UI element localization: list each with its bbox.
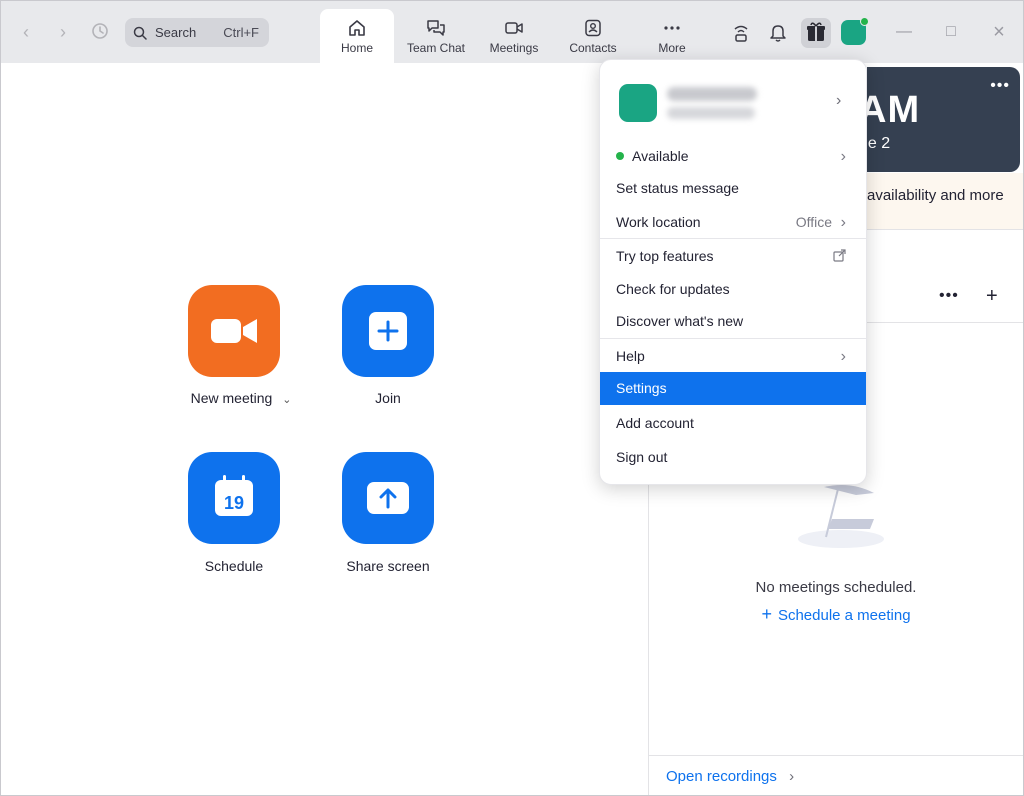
broadcast-icon[interactable] <box>730 21 752 43</box>
menu-item-whats-new[interactable]: Discover what's new <box>600 305 866 338</box>
share-screen-label[interactable]: Share screen <box>332 558 444 574</box>
menu-item-label: Check for updates <box>616 281 730 297</box>
menu-item-label: Available <box>632 148 689 164</box>
schedule-label[interactable]: Schedule <box>188 558 280 574</box>
more-dots-icon <box>664 26 680 30</box>
share-screen-button[interactable] <box>342 452 434 544</box>
new-meeting-text: New meeting <box>190 390 273 406</box>
menu-item-work-location[interactable]: Work location Office › <box>600 206 866 239</box>
availability-notice[interactable]: availability and more <box>867 173 1023 229</box>
tab-home-label: Home <box>340 41 373 55</box>
meetings-more-icon[interactable]: ••• <box>939 287 959 305</box>
plus-icon <box>369 312 407 350</box>
open-recordings-link[interactable]: Open recordings › <box>666 768 794 785</box>
empty-calendar-illustration <box>798 485 884 548</box>
chevron-right-icon: › <box>836 92 842 109</box>
menu-divider <box>600 238 866 239</box>
menu-item-label: Try top features <box>616 248 714 264</box>
whats-new-button[interactable] <box>801 18 831 48</box>
online-status-dot <box>860 17 869 26</box>
profile-menu: › Available › Set status message Work lo… <box>599 59 867 485</box>
plus-icon: + <box>761 604 772 624</box>
menu-item-label: Sign out <box>616 449 668 465</box>
menu-item-available[interactable]: Available › <box>600 140 866 173</box>
new-meeting-button[interactable] <box>188 285 280 377</box>
schedule-meeting-text: Schedule a meeting <box>777 607 911 624</box>
menu-item-help[interactable]: Help › <box>600 340 866 373</box>
divider <box>649 755 1023 756</box>
search-label: Search <box>155 25 197 40</box>
join-label[interactable]: Join <box>342 390 434 406</box>
contacts-icon <box>585 19 601 37</box>
menu-item-label: Set status message <box>616 180 739 196</box>
profile-avatar-button[interactable] <box>841 17 869 45</box>
chevron-right-icon: › <box>789 768 795 785</box>
tab-more-label: More <box>658 41 686 55</box>
forward-arrow-icon[interactable]: › <box>52 21 74 43</box>
divider <box>867 229 1023 230</box>
schedule-button[interactable]: 19 <box>188 452 280 544</box>
banner-more-icon[interactable]: ••• <box>990 77 1010 95</box>
top-bar: ‹ › Search Ctrl+F Home Team Chat Meeting… <box>1 1 1023 63</box>
chevron-right-icon: › <box>840 348 846 365</box>
calendar-day-number: 19 <box>224 493 244 513</box>
tab-meetings[interactable]: Meetings <box>481 9 547 63</box>
share-arrow-up-icon <box>367 482 409 514</box>
work-location-value: Office <box>795 214 832 230</box>
profile-email-redacted <box>667 107 755 119</box>
tab-team-chat-label: Team Chat <box>406 41 466 55</box>
menu-item-settings[interactable]: Settings <box>600 372 866 405</box>
schedule-meeting-link[interactable]: + Schedule a meeting <box>649 604 1023 625</box>
home-icon <box>349 20 365 36</box>
chevron-right-icon: › <box>840 214 846 231</box>
menu-item-add-account[interactable]: Add account <box>600 407 866 440</box>
new-meeting-label[interactable]: New meeting ⌄ <box>181 390 301 406</box>
gift-icon <box>807 22 825 41</box>
menu-item-try-top-features[interactable]: Try top features <box>600 240 866 273</box>
chevron-right-icon: › <box>840 148 846 165</box>
close-icon[interactable]: × <box>988 21 1010 43</box>
no-meetings-text: No meetings scheduled. <box>755 579 917 596</box>
history-icon[interactable] <box>89 21 111 43</box>
open-recordings-text: Open recordings <box>666 768 777 785</box>
menu-item-label: Discover what's new <box>616 313 744 329</box>
chat-icon <box>427 20 445 36</box>
bell-icon[interactable] <box>767 21 789 43</box>
clock-banner: AM ne 2 ••• <box>859 67 1020 172</box>
app-window: ‹ › Search Ctrl+F Home Team Chat Meeting… <box>0 0 1024 796</box>
menu-item-label: Add account <box>616 415 694 431</box>
video-camera-icon <box>211 319 257 343</box>
menu-item-label: Settings <box>616 380 667 396</box>
add-meeting-icon[interactable]: + <box>986 285 998 308</box>
menu-item-sign-out[interactable]: Sign out <box>600 441 866 474</box>
calendar-icon: 19 <box>215 475 253 516</box>
tab-contacts-label: Contacts <box>569 41 617 55</box>
menu-item-label: Work location <box>616 214 701 230</box>
search-shortcut: Ctrl+F <box>223 25 259 40</box>
menu-item-check-updates[interactable]: Check for updates <box>600 273 866 306</box>
minimize-icon[interactable]: — <box>893 21 915 43</box>
maximize-icon[interactable]: □ <box>940 21 962 43</box>
clock-time-text: AM <box>859 89 921 131</box>
menu-divider <box>600 338 866 339</box>
menu-item-label: Help <box>616 348 645 364</box>
profile-header[interactable]: › <box>600 60 866 144</box>
profile-name-redacted <box>667 87 757 101</box>
tab-meetings-label: Meetings <box>489 41 539 55</box>
tab-contacts[interactable]: Contacts <box>560 9 626 63</box>
video-camera-icon <box>505 22 523 34</box>
tab-team-chat[interactable]: Team Chat <box>401 9 471 63</box>
chevron-down-icon[interactable]: ⌄ <box>282 394 291 406</box>
search-icon <box>133 26 147 40</box>
tab-more[interactable]: More <box>641 9 703 63</box>
avatar <box>619 84 657 122</box>
back-arrow-icon[interactable]: ‹ <box>15 21 37 43</box>
search-bar[interactable]: Search Ctrl+F <box>125 18 269 47</box>
join-button[interactable] <box>342 285 434 377</box>
menu-item-set-status[interactable]: Set status message <box>600 172 866 205</box>
available-status-dot <box>616 152 624 160</box>
external-link-icon <box>833 240 846 273</box>
divider <box>867 322 1023 323</box>
tab-home[interactable]: Home <box>320 9 394 63</box>
